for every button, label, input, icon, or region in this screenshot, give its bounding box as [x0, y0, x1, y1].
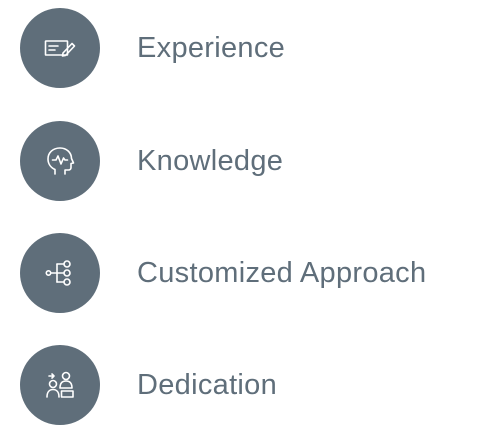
certificate-icon	[44, 40, 76, 57]
feature-label-dedication: Dedication	[137, 368, 278, 401]
head-pulse-icon	[47, 147, 75, 175]
feature-icon-badge	[20, 8, 100, 88]
feature-list: Experience Knowledge Customized Approach…	[0, 0, 477, 425]
feature-item-customized-approach: Customized Approach	[20, 233, 426, 313]
feature-label-customized-approach: Customized Approach	[137, 256, 427, 289]
feature-item-dedication: Dedication	[20, 345, 277, 425]
feature-label-experience: Experience	[137, 31, 286, 64]
feature-icon-badge	[20, 345, 100, 425]
feature-icon-badge	[20, 233, 100, 313]
team-users-icon	[46, 371, 74, 398]
feature-item-knowledge: Knowledge	[20, 121, 283, 201]
process-tree-icon	[45, 260, 71, 286]
feature-label-knowledge: Knowledge	[137, 144, 284, 177]
feature-item-experience: Experience	[20, 8, 285, 88]
feature-icon-badge	[20, 121, 100, 201]
